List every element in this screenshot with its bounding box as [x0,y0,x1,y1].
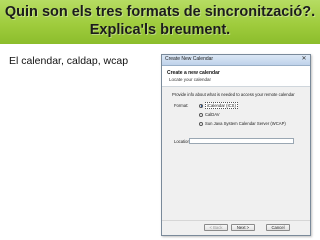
format-option-caldav[interactable]: CalDAV [199,111,220,118]
format-label: Format: [174,103,189,108]
format-option-label: Sun Java System Calendar Server (WCAP) [205,121,286,126]
dialog-window-title: Create New Calendar [165,56,214,62]
radio-icon[interactable] [199,112,203,117]
create-calendar-dialog: Create New Calendar ✕ Create a new calen… [161,54,311,236]
dialog-header-title: Create a new calendar [167,70,220,76]
slide-title-band: Quin son els tres formats de sincronitza… [0,0,320,44]
next-button[interactable]: Next > [231,224,255,231]
format-option-label: iCalendar (ICS) [205,102,238,109]
dialog-header-subtitle: Locate your calendar [169,77,212,82]
slide-bullet-text: El calendar, caldap, wcap [9,55,129,67]
location-input[interactable] [189,138,294,144]
slide-title-line-1: Quin son els tres formats de sincronitza… [4,4,316,20]
radio-selected-icon[interactable] [199,103,203,108]
dialog-footer: < Back Next > Cancel [162,220,310,235]
dialog-body: Provide info about what is needed to acc… [162,87,310,223]
format-option-label: CalDAV [205,112,220,117]
format-option-wcap[interactable]: Sun Java System Calendar Server (WCAP) [199,120,286,127]
radio-icon[interactable] [199,121,203,126]
dialog-titlebar: Create New Calendar ✕ [162,55,310,66]
cancel-button[interactable]: Cancel [266,224,290,231]
slide-title-line-2: Explica'ls breument. [89,22,231,38]
back-button[interactable]: < Back [204,224,228,231]
dialog-header: Create a new calendar Locate your calend… [162,66,310,87]
close-icon[interactable]: ✕ [300,56,308,63]
format-option-icalendar[interactable]: iCalendar (ICS) [199,102,238,109]
info-text: Provide info about what is needed to acc… [172,92,295,97]
